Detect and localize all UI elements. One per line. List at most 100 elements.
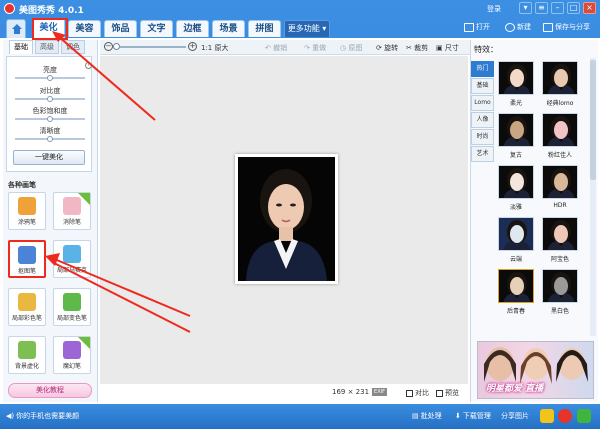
original-button[interactable]: ◷ 原图: [340, 43, 362, 53]
pen-tool-4[interactable]: 局部彩色笔: [8, 288, 46, 326]
effect-thumbnail[interactable]: [498, 61, 534, 95]
zoom-slider[interactable]: [120, 46, 186, 48]
effects-scrollbar-thumb[interactable]: [590, 60, 596, 180]
close-button[interactable]: ×: [583, 2, 596, 14]
redo-button[interactable]: ↷ 重做: [304, 43, 326, 53]
effects-tab-4[interactable]: 时尚: [471, 129, 494, 145]
one-key-beautify-button[interactable]: 一键美化: [13, 150, 85, 165]
effect-label: 黑白色: [550, 308, 569, 315]
effects-tab-1[interactable]: 基础: [471, 78, 494, 94]
effect-preview-image: [499, 114, 533, 146]
tab-beautify[interactable]: 美化: [32, 18, 65, 38]
app-title: 美图秀秀 4.0.1: [19, 6, 84, 16]
slider-knob[interactable]: [47, 116, 53, 122]
tab-beauty[interactable]: 美容: [68, 20, 101, 37]
zoom-in-icon[interactable]: +: [188, 42, 197, 51]
effect-label: 经典lomo: [546, 100, 574, 107]
effects-tab-3[interactable]: 人像: [471, 112, 494, 128]
effect-thumbnail[interactable]: [498, 165, 534, 199]
resize-button[interactable]: ▣ 尺寸: [436, 43, 459, 53]
save-share-button[interactable]: 保存与分享: [543, 22, 590, 32]
pen-tool-2[interactable]: 抠图笔: [8, 240, 46, 278]
mobile-promo-label: 你的手机也需要美颜: [16, 412, 80, 420]
tab-scene[interactable]: 场景: [212, 20, 245, 37]
save-label: 保存与分享: [555, 23, 590, 31]
tab-text[interactable]: 文字: [140, 20, 173, 37]
subtab-basic[interactable]: 基础: [9, 40, 33, 54]
tab-border[interactable]: 边框: [176, 20, 209, 37]
mobile-promo-link[interactable]: ◀) 你的手机也需要美颜: [6, 411, 79, 421]
pen-tool-1[interactable]: 消除笔: [53, 192, 91, 230]
zoom-out-icon[interactable]: −: [104, 42, 113, 51]
pen-tool-7[interactable]: 魔幻笔: [53, 336, 91, 374]
slider-label: 色彩饱和度: [32, 107, 68, 115]
exif-button[interactable]: EXIF: [372, 388, 387, 396]
maximize-button[interactable]: □: [567, 2, 580, 14]
minimize-button[interactable]: –: [551, 2, 564, 14]
plus-icon: [505, 22, 515, 32]
slider-label: 对比度: [39, 87, 61, 95]
original-label: 原图: [348, 44, 363, 52]
promo-banner[interactable]: 明星都爱 直播: [477, 341, 594, 399]
download-label: 下载管理: [462, 412, 491, 420]
tutorial-button[interactable]: 美化教程: [8, 383, 92, 398]
save-icon: [543, 22, 553, 32]
subtab-advanced[interactable]: 高级: [35, 40, 59, 54]
pen-tool-3[interactable]: 局部马赛克: [53, 240, 91, 278]
main-nav: 美化 美容 饰品 文字 边框 场景 拼图 更多功能 ▾ 打开 新建 保存与分享: [0, 17, 600, 38]
effects-title: 特效：: [474, 45, 498, 54]
pen-tool-6[interactable]: 背景虚化: [8, 336, 46, 374]
status-bar: ◀) 你的手机也需要美颜 ▤ 批处理 ⬇ 下载管理 分享图片: [0, 404, 600, 429]
preview-icon: [436, 389, 443, 397]
undo-button[interactable]: ↶ 撤销: [265, 43, 287, 53]
new-button[interactable]: 新建: [505, 22, 531, 32]
portrait-photo[interactable]: [235, 154, 338, 284]
effect-thumbnail[interactable]: [542, 269, 578, 303]
zoom-knob[interactable]: [113, 43, 120, 50]
compare-icon: [406, 389, 413, 397]
compare-button[interactable]: 对比: [406, 388, 429, 398]
add-plus-icon[interactable]: [577, 409, 591, 423]
resize-label: 尺寸: [444, 44, 459, 52]
preview-button[interactable]: 预览: [436, 388, 459, 398]
pen-tool-5[interactable]: 局部变色笔: [53, 288, 91, 326]
slider-knob[interactable]: [47, 75, 53, 81]
effect-thumbnail[interactable]: [542, 113, 578, 147]
effects-tab-0[interactable]: 热门: [471, 61, 494, 77]
weibo-icon[interactable]: [558, 409, 572, 423]
actual-size-button[interactable]: 1:1 原大: [201, 43, 229, 53]
more-features-menu[interactable]: 更多功能 ▾: [284, 20, 330, 37]
open-button[interactable]: 打开: [464, 22, 490, 32]
effect-thumbnail[interactable]: [542, 61, 578, 95]
rotate-button[interactable]: ⟳ 旋转: [376, 43, 398, 53]
crop-button[interactable]: ✂ 裁剪: [406, 43, 428, 53]
download-manager-button[interactable]: ⬇ 下载管理: [455, 411, 491, 421]
tab-accessories[interactable]: 饰品: [104, 20, 137, 37]
slider-knob[interactable]: [47, 136, 53, 142]
effect-preview-image: [499, 218, 533, 250]
favorite-star-icon[interactable]: [540, 409, 554, 423]
effect-preview-image: [543, 114, 577, 146]
share-image-button[interactable]: 分享图片: [501, 411, 529, 421]
subtab-color[interactable]: 调色: [61, 40, 85, 54]
effect-thumbnail[interactable]: [498, 269, 534, 303]
effect-thumbnail[interactable]: [542, 165, 578, 199]
portrait-image: [238, 157, 335, 281]
effect-thumbnail[interactable]: [542, 217, 578, 251]
batch-button[interactable]: ▤ 批处理: [412, 411, 442, 421]
pen-label: 局部马赛克: [56, 267, 87, 274]
pen-label: 背景虚化: [14, 363, 39, 370]
home-tab[interactable]: [6, 19, 26, 38]
pen-tool-0[interactable]: 涂鸦笔: [8, 192, 46, 230]
effect-thumbnail[interactable]: [498, 217, 534, 251]
tutorial-label: 美化教程: [36, 386, 64, 394]
effect-thumbnail[interactable]: [498, 113, 534, 147]
one-key-label: 一键美化: [35, 153, 63, 161]
tab-collage[interactable]: 拼图: [248, 20, 281, 37]
effect-preview-image: [543, 62, 577, 94]
menu-button[interactable]: ≡: [535, 2, 548, 14]
slider-knob[interactable]: [47, 96, 53, 102]
login-link[interactable]: 登录: [487, 4, 501, 14]
skin-button[interactable]: ▾: [519, 2, 532, 14]
pen-icon: [63, 245, 81, 263]
